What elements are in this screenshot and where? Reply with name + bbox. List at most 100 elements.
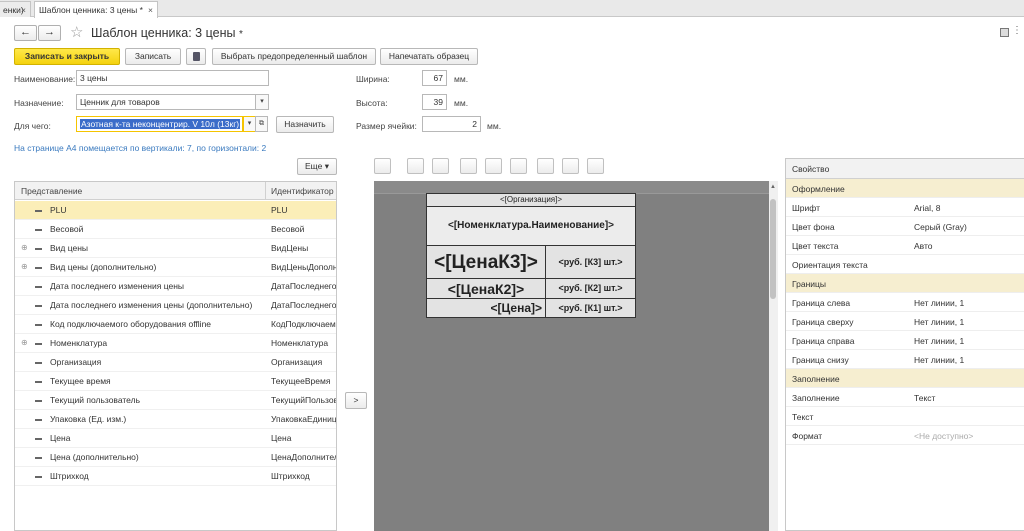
field-icon: [35, 229, 42, 231]
property-row[interactable]: Ориентация текста: [786, 255, 1024, 274]
property-value[interactable]: Нет линии, 1: [914, 355, 964, 365]
align-middle-icon[interactable]: [485, 158, 502, 174]
width-field[interactable]: 67: [422, 70, 447, 86]
align-left-icon[interactable]: [537, 158, 554, 174]
tree-row[interactable]: Текущее время ТекущееВремя: [15, 372, 336, 391]
property-value[interactable]: <Не доступно>: [914, 431, 973, 441]
tree-row[interactable]: Организация Организация: [15, 353, 336, 372]
open-link-button[interactable]: ⧉: [255, 116, 268, 132]
page-info-text: На странице А4 помещается по вертикали: …: [14, 143, 267, 153]
expand-icon[interactable]: ⊕: [21, 243, 28, 252]
tree-row[interactable]: Весовой Весовой: [15, 220, 336, 239]
property-row[interactable]: Шрифт Arial, 8: [786, 198, 1024, 217]
org-cell[interactable]: <[Организация]>: [426, 193, 636, 207]
property-key: Шрифт: [792, 203, 820, 213]
back-button[interactable]: ←: [14, 25, 37, 41]
property-row[interactable]: Текст: [786, 407, 1024, 426]
assign-button[interactable]: Назначить: [276, 116, 334, 133]
row-id: ВидЦеныДополни: [271, 262, 337, 272]
property-row[interactable]: Заполнение Текст: [786, 388, 1024, 407]
tree-row[interactable]: Упаковка (Ед. изм.) УпаковкаЕдиница: [15, 410, 336, 429]
tree-row[interactable]: Цена (дополнительно) ЦенаДополнител: [15, 448, 336, 467]
property-value[interactable]: Текст: [914, 393, 935, 403]
close-icon[interactable]: ×: [148, 5, 153, 15]
property-group: Заполнение: [786, 369, 1024, 388]
property-key: Заполнение: [792, 393, 840, 403]
property-row[interactable]: Граница слева Нет линии, 1: [786, 293, 1024, 312]
split-cells-icon[interactable]: [432, 158, 449, 174]
for-field[interactable]: Азотная к-та неконцентрир. V 10л (13кг): [76, 116, 243, 132]
column-id[interactable]: Идентификатор: [271, 186, 334, 196]
price3-unit-cell[interactable]: <руб. [К3] шт.>: [545, 245, 636, 279]
field-icon: [35, 267, 42, 269]
tab-template[interactable]: Шаблон ценника: 3 цены * ×: [34, 1, 158, 18]
canvas-scrollbar[interactable]: ▲: [769, 181, 778, 531]
tree-row[interactable]: Цена Цена: [15, 429, 336, 448]
property-value[interactable]: Авто: [914, 241, 933, 251]
price1-cell[interactable]: <[Цена]>: [426, 298, 546, 318]
tree-row[interactable]: Дата последнего изменения цены ДатаПослед…: [15, 277, 336, 296]
merge-cells-icon[interactable]: [407, 158, 424, 174]
property-value[interactable]: Нет линии, 1: [914, 336, 964, 346]
expand-icon[interactable]: ⊕: [21, 338, 28, 347]
save-close-button[interactable]: Записать и закрыть: [14, 48, 120, 65]
scroll-up-icon[interactable]: ▲: [770, 184, 776, 190]
property-row[interactable]: Цвет текста Авто: [786, 236, 1024, 255]
tree-row[interactable]: ⊕ Номенклатура Номенклатура: [15, 334, 336, 353]
move-tool-icon[interactable]: [374, 158, 391, 174]
cell-size-field[interactable]: 2: [422, 116, 481, 132]
tree-row[interactable]: Код подключаемого оборудования offline Ко…: [15, 315, 336, 334]
property-key: Оформление: [792, 184, 845, 194]
star-icon[interactable]: ☆: [70, 23, 83, 41]
tree-row[interactable]: ⊕ Вид цены (дополнительно) ВидЦеныДополни: [15, 258, 337, 277]
align-top-icon[interactable]: [460, 158, 477, 174]
add-field-button[interactable]: >: [345, 392, 367, 409]
template-canvas[interactable]: <[Организация]> <[Номенклатура.Наименова…: [374, 181, 770, 531]
price2-cell[interactable]: <[ЦенаК2]>: [426, 278, 546, 299]
tree-row[interactable]: Текущий пользователь ТекущийПользов: [15, 391, 336, 410]
nomenclature-cell[interactable]: <[Номенклатура.Наименование]>: [426, 206, 636, 246]
property-value[interactable]: Серый (Gray): [914, 222, 967, 232]
height-label: Высота:: [356, 98, 388, 108]
close-icon[interactable]: ×: [21, 5, 26, 15]
align-bottom-icon[interactable]: [510, 158, 527, 174]
save-icon[interactable]: [1000, 28, 1009, 37]
align-center-icon[interactable]: [562, 158, 579, 174]
tree-row[interactable]: Штрихкод Штрихкод: [15, 467, 336, 486]
more-dots-icon[interactable]: ⋮: [1012, 25, 1022, 36]
chevron-down-icon: ▾: [260, 98, 264, 105]
price1-unit-cell[interactable]: <руб. [К1] шт.>: [545, 298, 636, 318]
height-field[interactable]: 39: [422, 94, 447, 110]
tree-row[interactable]: ⊕ Вид цены ВидЦены: [15, 239, 336, 258]
tree-row[interactable]: Дата последнего изменения цены (дополнит…: [15, 296, 336, 315]
price2-unit-cell[interactable]: <руб. [К2] шт.>: [545, 278, 636, 299]
property-row[interactable]: Граница сверху Нет линии, 1: [786, 312, 1024, 331]
field-icon: [35, 210, 42, 212]
field-icon: [35, 438, 42, 440]
purpose-dropdown-button[interactable]: ▾: [256, 94, 269, 110]
property-row[interactable]: Цвет фона Серый (Gray): [786, 217, 1024, 236]
property-value[interactable]: Нет линии, 1: [914, 298, 964, 308]
expand-icon[interactable]: ⊕: [21, 262, 28, 271]
cell-size-unit: мм.: [487, 121, 502, 131]
row-view: Дата последнего изменения цены: [50, 281, 184, 291]
tab-prev[interactable]: енки) ×: [0, 1, 31, 17]
scrollbar-thumb[interactable]: [770, 199, 776, 299]
property-value[interactable]: Нет линии, 1: [914, 317, 964, 327]
name-field[interactable]: 3 цены: [76, 70, 269, 86]
save-button[interactable]: Записать: [125, 48, 181, 65]
property-row[interactable]: Граница справа Нет линии, 1: [786, 331, 1024, 350]
purpose-select[interactable]: Ценник для товаров: [76, 94, 256, 110]
property-row[interactable]: Граница снизу Нет линии, 1: [786, 350, 1024, 369]
more-button[interactable]: Еще ▾: [297, 158, 337, 175]
column-view[interactable]: Представление: [21, 186, 82, 196]
property-value[interactable]: Arial, 8: [914, 203, 940, 213]
predefined-template-button[interactable]: Выбрать предопределенный шаблон: [212, 48, 376, 65]
align-right-icon[interactable]: [587, 158, 604, 174]
forward-button[interactable]: →: [38, 25, 61, 41]
property-row[interactable]: Формат <Не доступно>: [786, 426, 1024, 445]
print-sample-button[interactable]: Напечатать образец: [380, 48, 478, 65]
tree-row[interactable]: PLU PLU: [15, 201, 336, 220]
price3-cell[interactable]: <[ЦенаК3]>: [426, 245, 546, 279]
clear-button[interactable]: [186, 48, 206, 65]
